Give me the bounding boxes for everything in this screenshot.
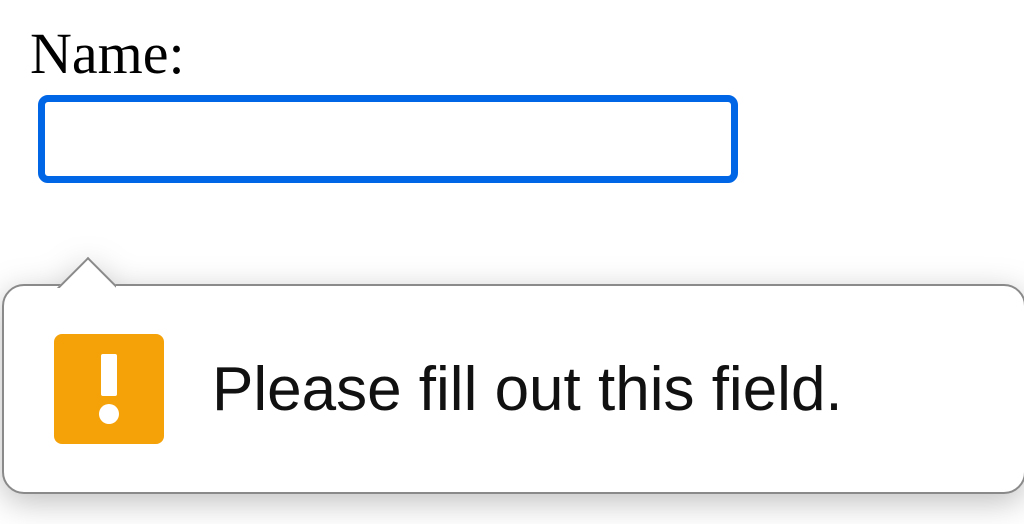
name-form-group: Name: — [30, 20, 994, 183]
name-input[interactable] — [38, 95, 738, 183]
warning-icon — [54, 334, 164, 444]
validation-message: Please fill out this field. — [212, 354, 843, 425]
tooltip-arrow — [56, 238, 116, 288]
validation-tooltip: Please fill out this field. — [2, 234, 1024, 499]
name-field-label: Name: — [30, 20, 994, 87]
tooltip-body: Please fill out this field. — [2, 284, 1024, 494]
